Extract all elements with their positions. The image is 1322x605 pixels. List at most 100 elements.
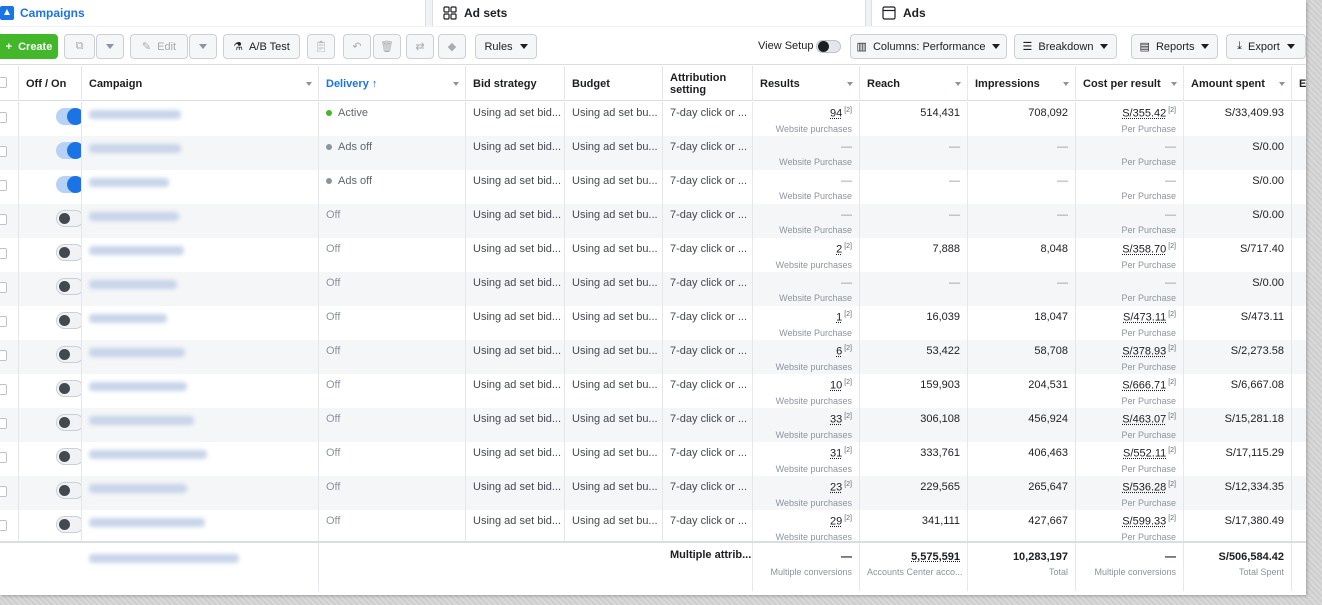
header-delivery[interactable]: Delivery ↑ [319, 66, 466, 101]
campaign-name-cell[interactable] [82, 238, 319, 272]
header-attribution[interactable]: Attribution setting [663, 66, 753, 101]
create-button[interactable]: + Create [0, 34, 58, 59]
table-row[interactable]: Off Using ad set bid... Using ad set bu...… [0, 238, 1306, 272]
campaign-name-cell[interactable] [82, 408, 319, 442]
campaign-toggle[interactable] [56, 108, 81, 125]
table-row[interactable]: Off Using ad set bid... Using ad set bu...… [0, 408, 1306, 442]
results-value[interactable]: 33 [830, 414, 842, 426]
campaign-toggle[interactable] [56, 346, 81, 363]
campaign-toggle[interactable] [56, 278, 81, 295]
results-value[interactable]: 94 [830, 108, 842, 120]
campaign-name-cell[interactable] [82, 340, 319, 374]
header-ends[interactable]: En [1292, 66, 1306, 101]
clipboard-button[interactable]: 📋︎ [307, 34, 335, 59]
duplicate-button[interactable]: ⧉ [64, 34, 95, 59]
table-row[interactable]: Ads off Using ad set bid... Using ad set b… [0, 170, 1306, 204]
delete-button[interactable]: 🗑︎ [373, 34, 401, 59]
columns-button[interactable]: ▥ Columns: Performance [850, 34, 1007, 59]
campaign-toggle[interactable] [56, 142, 81, 159]
row-checkbox[interactable] [0, 384, 7, 395]
tag-button[interactable]: ◆ [438, 34, 466, 59]
undo-button[interactable]: ↶ [343, 34, 371, 59]
tab-campaigns[interactable]: Campaigns [0, 0, 426, 26]
tab-ad-sets[interactable]: Ad sets [432, 0, 866, 26]
campaign-toggle[interactable] [56, 482, 81, 499]
row-checkbox[interactable] [0, 214, 7, 225]
header-bid-strategy[interactable]: Bid strategy [466, 66, 565, 101]
results-value[interactable]: 10 [830, 380, 842, 392]
campaign-toggle[interactable] [56, 210, 81, 227]
row-checkbox[interactable] [0, 282, 7, 293]
row-checkbox[interactable] [0, 248, 7, 259]
cost-value[interactable]: S/552.11 [1123, 448, 1166, 460]
cost-value[interactable]: S/463.07 [1122, 414, 1166, 426]
campaign-name-cell[interactable] [82, 510, 319, 544]
header-impressions[interactable]: Impressions [968, 66, 1076, 101]
campaign-name-cell[interactable] [82, 204, 319, 238]
campaign-toggle[interactable] [56, 448, 81, 465]
row-checkbox[interactable] [0, 146, 7, 157]
select-all-checkbox[interactable] [0, 77, 7, 88]
campaign-toggle[interactable] [56, 244, 81, 261]
cost-value[interactable]: S/536.28 [1122, 482, 1166, 494]
header-amount-spent[interactable]: Amount spent [1184, 66, 1292, 101]
table-row[interactable]: Off Using ad set bid... Using ad set bu...… [0, 340, 1306, 374]
breakdown-button[interactable]: ☰ Breakdown [1014, 34, 1117, 59]
row-checkbox[interactable] [0, 316, 7, 327]
row-checkbox[interactable] [0, 520, 7, 531]
table-row[interactable]: Off Using ad set bid... Using ad set bu...… [0, 306, 1306, 340]
row-checkbox[interactable] [0, 350, 7, 361]
campaign-toggle[interactable] [56, 312, 81, 329]
row-checkbox[interactable] [0, 180, 7, 191]
row-checkbox[interactable] [0, 418, 7, 429]
row-checkbox[interactable] [0, 452, 7, 463]
table-row[interactable]: Off Using ad set bid... Using ad set bu...… [0, 374, 1306, 408]
campaign-name-cell[interactable] [82, 374, 319, 408]
table-row[interactable]: Off Using ad set bid... Using ad set bu...… [0, 204, 1306, 238]
cost-value[interactable]: S/666.71 [1122, 380, 1166, 392]
table-row[interactable]: Off Using ad set bid... Using ad set bu...… [0, 510, 1306, 544]
row-checkbox[interactable] [0, 112, 7, 123]
campaign-name-cell[interactable] [82, 476, 319, 510]
header-results[interactable]: Results [753, 66, 860, 101]
header-campaign[interactable]: Campaign [82, 66, 319, 101]
campaign-toggle[interactable] [56, 176, 81, 193]
campaign-name-cell[interactable] [82, 102, 319, 136]
campaign-name-cell[interactable] [82, 136, 319, 170]
table-row[interactable]: Off Using ad set bid... Using ad set bu...… [0, 272, 1306, 306]
table-row[interactable]: Off Using ad set bid... Using ad set bu...… [0, 476, 1306, 510]
table-row[interactable]: Ads off Using ad set bid... Using ad set b… [0, 136, 1306, 170]
row-checkbox[interactable] [0, 486, 7, 497]
campaign-toggle[interactable] [56, 414, 81, 431]
campaign-name-cell[interactable] [82, 272, 319, 306]
results-value[interactable]: 23 [830, 482, 842, 494]
results-value[interactable]: 29 [830, 516, 842, 528]
cost-value[interactable]: S/378.93 [1122, 346, 1166, 358]
cost-value[interactable]: S/599.33 [1122, 516, 1166, 528]
table-row[interactable]: Off Using ad set bid... Using ad set bu...… [0, 442, 1306, 476]
view-setup-toggle[interactable] [816, 40, 841, 53]
cost-value[interactable]: S/355.42 [1122, 108, 1166, 120]
ab-test-button[interactable]: ⚗ A/B Test [223, 34, 300, 59]
results-value[interactable]: 31 [830, 448, 842, 460]
campaign-name-cell[interactable] [82, 306, 319, 340]
tab-ads[interactable]: Ads [871, 0, 1306, 26]
export-button-small[interactable]: ⇄ [406, 34, 434, 59]
rules-button[interactable]: Rules [475, 34, 537, 59]
edit-dropdown-button[interactable] [189, 34, 217, 59]
campaign-name-cell[interactable] [82, 170, 319, 204]
campaign-name-cell[interactable] [82, 442, 319, 476]
header-reach[interactable]: Reach [860, 66, 968, 101]
campaign-toggle[interactable] [56, 516, 81, 533]
campaign-toggle[interactable] [56, 380, 81, 397]
export-button[interactable]: ⤓ Export [1226, 34, 1306, 59]
header-cost-per-result[interactable]: Cost per result [1076, 66, 1184, 101]
cost-value[interactable]: S/358.70 [1122, 244, 1166, 256]
cost-value[interactable]: S/473.11 [1123, 312, 1166, 324]
header-off-on[interactable]: Off / On [19, 66, 82, 101]
duplicate-dropdown-button[interactable] [96, 34, 124, 59]
edit-button[interactable]: ✎ Edit [130, 34, 188, 59]
reports-button[interactable]: ▤ Reports [1131, 34, 1218, 59]
table-row[interactable]: Active Using ad set bid... Using ad set bu… [0, 102, 1306, 136]
header-budget[interactable]: Budget [565, 66, 663, 101]
